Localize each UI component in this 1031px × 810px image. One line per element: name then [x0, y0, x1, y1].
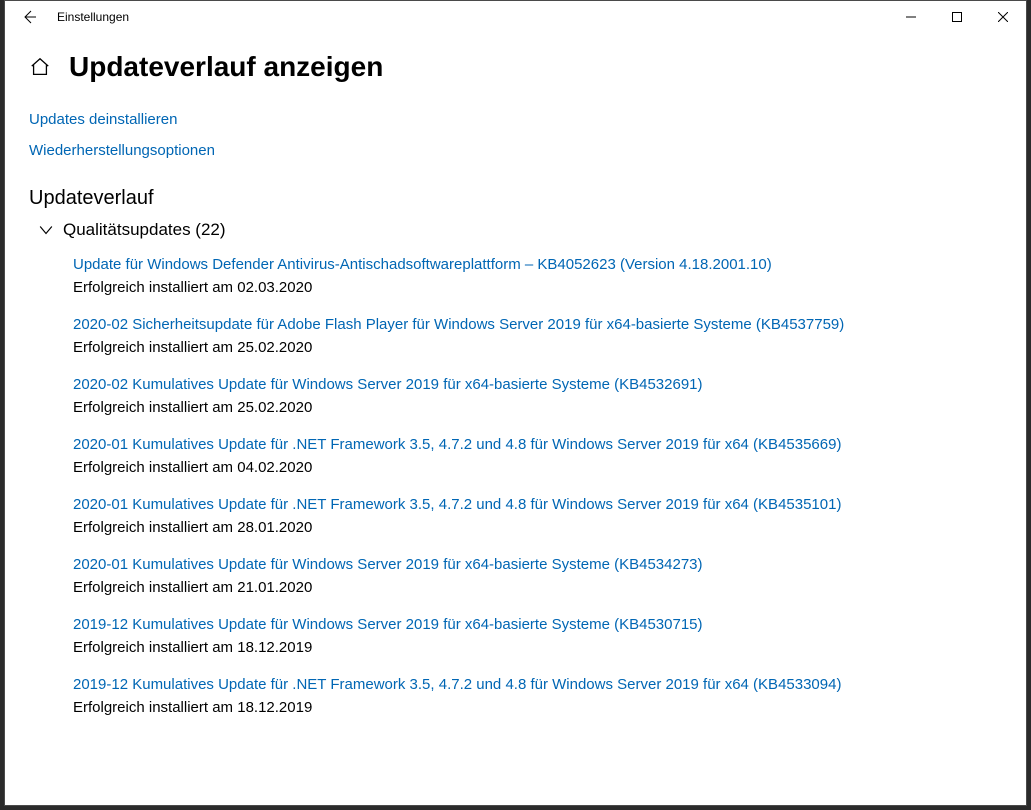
update-title-link[interactable]: 2020-02 Kumulatives Update für Windows S… [73, 376, 1002, 393]
update-title-link[interactable]: Update für Windows Defender Antivirus-An… [73, 256, 1002, 273]
maximize-button[interactable] [934, 1, 980, 33]
update-item: 2019-12 Kumulatives Update für .NET Fram… [73, 676, 1002, 716]
update-status: Erfolgreich installiert am 02.03.2020 [73, 279, 1002, 296]
home-icon [29, 56, 51, 78]
update-title-link[interactable]: 2019-12 Kumulatives Update für Windows S… [73, 616, 1002, 633]
update-status: Erfolgreich installiert am 18.12.2019 [73, 639, 1002, 656]
update-item: 2019-12 Kumulatives Update für Windows S… [73, 616, 1002, 656]
update-title-link[interactable]: 2019-12 Kumulatives Update für .NET Fram… [73, 676, 1002, 693]
update-item: 2020-02 Kumulatives Update für Windows S… [73, 376, 1002, 416]
recovery-options-link[interactable]: Wiederherstellungsoptionen [29, 142, 1002, 159]
page-title: Updateverlauf anzeigen [69, 51, 383, 83]
chevron-down-icon [39, 223, 53, 237]
update-item: 2020-01 Kumulatives Update für .NET Fram… [73, 436, 1002, 476]
window-title: Einstellungen [49, 10, 129, 24]
quality-updates-group[interactable]: Qualitätsupdates (22) [29, 220, 1002, 240]
minimize-icon [906, 12, 916, 22]
settings-window: Einstellungen Updateverlauf anzeigen Upd… [4, 0, 1027, 806]
uninstall-updates-link[interactable]: Updates deinstallieren [29, 111, 1002, 128]
update-status: Erfolgreich installiert am 25.02.2020 [73, 399, 1002, 416]
update-status: Erfolgreich installiert am 28.01.2020 [73, 519, 1002, 536]
history-heading: Updateverlauf [29, 187, 1002, 210]
page-header: Updateverlauf anzeigen [29, 51, 1002, 83]
update-status: Erfolgreich installiert am 25.02.2020 [73, 339, 1002, 356]
close-button[interactable] [980, 1, 1026, 33]
update-item: 2020-01 Kumulatives Update für .NET Fram… [73, 496, 1002, 536]
maximize-icon [952, 12, 962, 22]
update-status: Erfolgreich installiert am 18.12.2019 [73, 699, 1002, 716]
quality-updates-label: Qualitätsupdates (22) [63, 220, 226, 240]
update-status: Erfolgreich installiert am 04.02.2020 [73, 459, 1002, 476]
update-item: 2020-02 Sicherheitsupdate für Adobe Flas… [73, 316, 1002, 356]
update-title-link[interactable]: 2020-01 Kumulatives Update für .NET Fram… [73, 436, 1002, 453]
update-item: 2020-01 Kumulatives Update für Windows S… [73, 556, 1002, 596]
update-list: Update für Windows Defender Antivirus-An… [29, 256, 1002, 716]
home-button[interactable] [29, 56, 51, 78]
minimize-button[interactable] [888, 1, 934, 33]
content-area: Updateverlauf anzeigen Updates deinstall… [5, 33, 1026, 805]
update-status: Erfolgreich installiert am 21.01.2020 [73, 579, 1002, 596]
update-title-link[interactable]: 2020-02 Sicherheitsupdate für Adobe Flas… [73, 316, 1002, 333]
arrow-left-icon [21, 9, 37, 25]
update-title-link[interactable]: 2020-01 Kumulatives Update für .NET Fram… [73, 496, 1002, 513]
titlebar: Einstellungen [5, 1, 1026, 33]
back-button[interactable] [9, 1, 49, 33]
close-icon [998, 12, 1008, 22]
update-item: Update für Windows Defender Antivirus-An… [73, 256, 1002, 296]
update-title-link[interactable]: 2020-01 Kumulatives Update für Windows S… [73, 556, 1002, 573]
